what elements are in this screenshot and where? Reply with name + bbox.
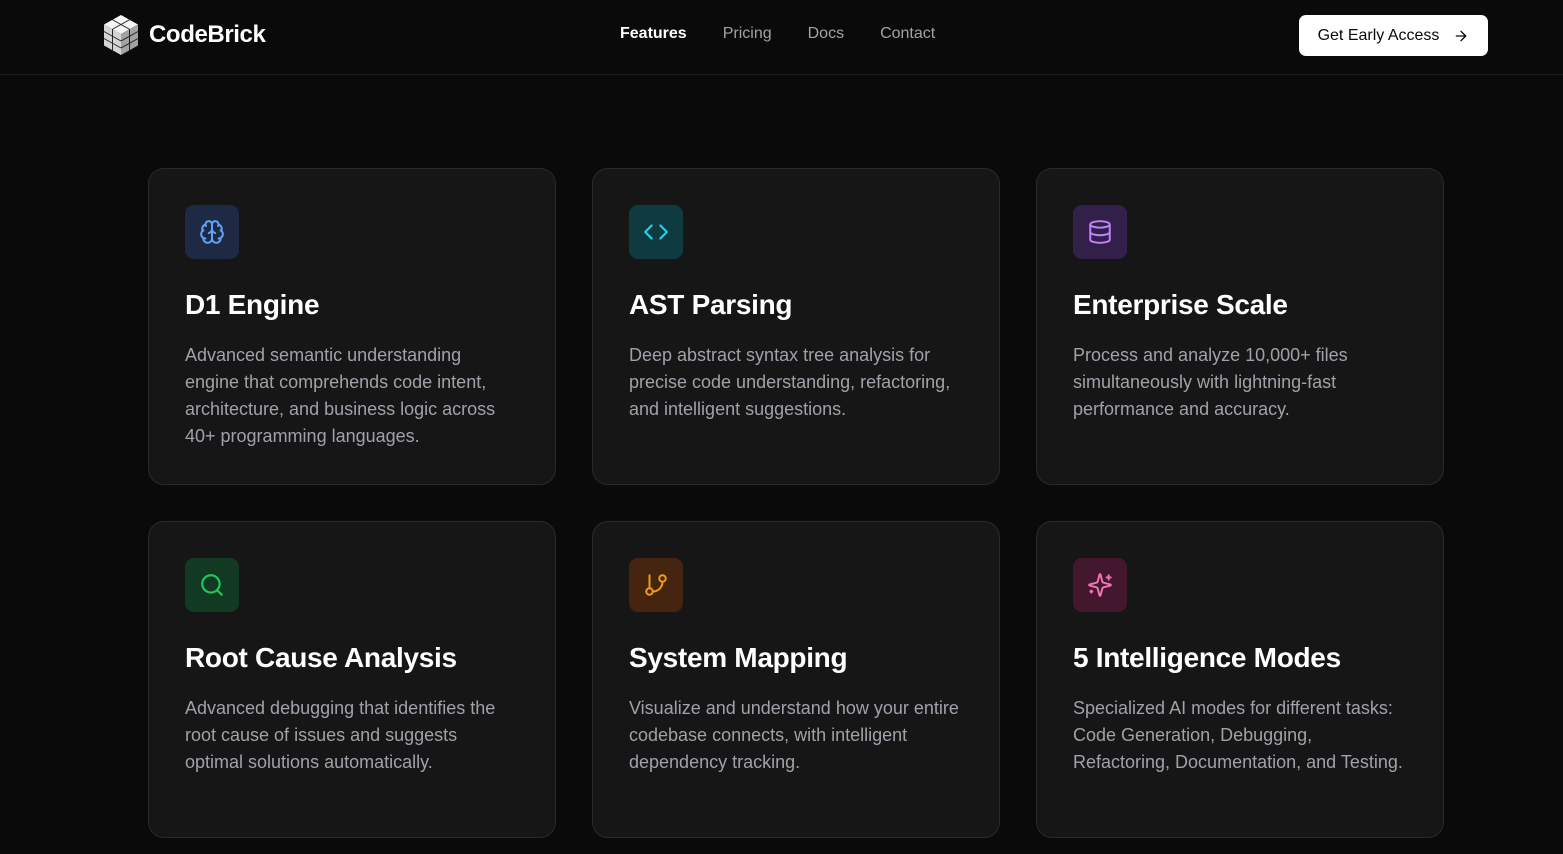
brain-icon xyxy=(200,220,224,244)
nav-link-contact[interactable]: Contact xyxy=(880,24,935,44)
feature-card-ast-parsing: AST Parsing Deep abstract syntax tree an… xyxy=(592,168,1000,485)
sparkles-icon xyxy=(1088,573,1112,597)
features-grid: D1 Engine Advanced semantic understandin… xyxy=(148,168,1444,838)
feature-description: Advanced debugging that identifies the r… xyxy=(185,698,496,772)
feature-description: Advanced semantic understanding engine t… xyxy=(185,345,496,446)
nav-link-features[interactable]: Features xyxy=(620,24,687,44)
feature-description: Deep abstract syntax tree analysis for p… xyxy=(629,345,951,419)
feature-title: Enterprise Scale xyxy=(1073,289,1288,320)
feature-title: System Mapping xyxy=(629,642,848,673)
feature-description: Visualize and understand how your entire… xyxy=(629,698,959,772)
search-icon xyxy=(201,574,223,596)
feature-card-system-mapping: System Mapping Visualize and understand … xyxy=(592,521,1000,838)
feature-card-enterprise-scale: Enterprise Scale Process and analyze 10,… xyxy=(1036,168,1444,485)
nav-link-docs[interactable]: Docs xyxy=(808,24,844,44)
cube-logo-icon xyxy=(103,15,139,55)
nav-links: Features Pricing Docs Contact xyxy=(620,24,935,44)
nav-link-pricing[interactable]: Pricing xyxy=(723,24,772,44)
git-branch-icon xyxy=(645,574,667,596)
feature-description: Specialized AI modes for different tasks… xyxy=(1073,698,1403,772)
feature-card-intelligence-modes: 5 Intelligence Modes Specialized AI mode… xyxy=(1036,521,1444,838)
feature-icon-box xyxy=(1073,558,1127,612)
top-navbar: CodeBrick Features Pricing Docs Contact … xyxy=(0,0,1563,75)
feature-title: 5 Intelligence Modes xyxy=(1073,642,1341,673)
feature-title: AST Parsing xyxy=(629,289,793,320)
arrow-right-icon xyxy=(1453,28,1469,44)
feature-description: Process and analyze 10,000+ files simult… xyxy=(1073,345,1348,419)
brand-name: CodeBrick xyxy=(149,21,266,48)
database-icon xyxy=(1089,220,1111,244)
brand-logo-link[interactable]: CodeBrick xyxy=(102,14,266,56)
feature-card-d1-engine: D1 Engine Advanced semantic understandin… xyxy=(148,168,556,485)
feature-icon-box xyxy=(629,558,683,612)
code-icon xyxy=(644,224,668,240)
feature-title: D1 Engine xyxy=(185,289,320,320)
feature-icon-box xyxy=(185,558,239,612)
feature-icon-box xyxy=(629,205,683,259)
feature-card-root-cause-analysis: Root Cause Analysis Advanced debugging t… xyxy=(148,521,556,838)
feature-icon-box xyxy=(1073,205,1127,259)
get-early-access-label: Get Early Access xyxy=(1317,26,1440,44)
get-early-access-button[interactable]: Get Early Access xyxy=(1299,15,1488,56)
feature-icon-box xyxy=(185,205,239,259)
feature-title: Root Cause Analysis xyxy=(185,642,457,673)
